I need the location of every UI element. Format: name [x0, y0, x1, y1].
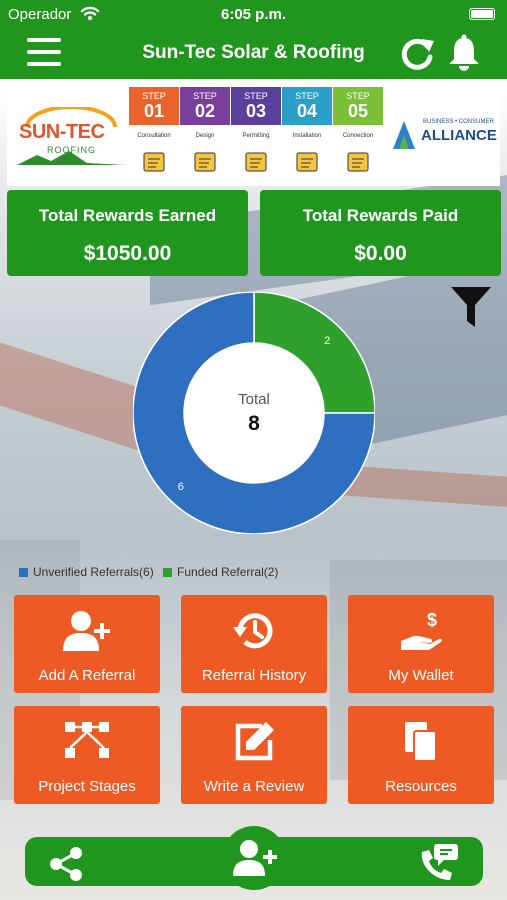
rewards-earned-label: Total Rewards Earned [38, 206, 217, 225]
rewards-paid-card: Total Rewards Paid $0.00 [260, 190, 501, 276]
donut-slice-value: 6 [178, 481, 184, 493]
rewards-earned-value: $1050.00 [83, 242, 172, 265]
add-referral-button[interactable]: Add A Referral [14, 595, 160, 693]
svg-text:$: $ [427, 610, 437, 630]
chart-legend: Unverified Referrals(6) Funded Referral(… [19, 565, 284, 579]
step-2: STEP 02 Design [180, 87, 230, 183]
filter-icon[interactable] [449, 285, 493, 329]
legend-item-funded[interactable]: Funded Referral(2) [163, 565, 278, 579]
status-bar: Operador 6:05 p.m. [0, 0, 507, 28]
step-4: STEP 04 Installation [282, 87, 332, 183]
header-bar: Sun-Tec Solar & Roofing [0, 28, 507, 79]
my-wallet-button[interactable]: $ My Wallet [348, 595, 494, 693]
rewards-paid-label: Total Rewards Paid [302, 206, 459, 225]
process-steps: STEP 01 Consultation STEP 02 Design STEP 03 Perm… [129, 87, 383, 183]
add-referral-fab[interactable] [222, 826, 286, 890]
edit-icon [235, 722, 274, 761]
project-stages-button[interactable]: Project Stages [14, 706, 160, 804]
business-alliance-logo: BUSINESS • CONSUMER ALLIANCE [389, 115, 499, 155]
write-review-button[interactable]: Write a Review [181, 706, 327, 804]
battery-icon [469, 8, 495, 20]
documents-icon [405, 722, 437, 762]
bell-icon[interactable] [447, 34, 481, 72]
clock: 6:05 p.m. [220, 6, 287, 23]
history-icon [233, 613, 273, 649]
step-illustration-icon [245, 152, 267, 172]
add-user-icon [233, 840, 277, 876]
referral-history-button[interactable]: Referral History [181, 595, 327, 693]
resources-button[interactable]: Resources [348, 706, 494, 804]
add-user-icon [63, 611, 110, 651]
stages-icon [65, 722, 109, 758]
referral-donut-chart: Total 8 2 6 [133, 292, 375, 534]
donut-center-label: Total [238, 391, 270, 408]
partner-banner: SUN-TEC ROOFING STEP 01 Consultation STEP 02… [7, 85, 500, 186]
step-illustration-icon [194, 152, 216, 172]
step-5: STEP 05 Connection [333, 87, 383, 183]
share-icon[interactable] [48, 846, 84, 882]
rewards-paid-value: $0.00 [354, 242, 407, 265]
step-1: STEP 01 Consultation [129, 87, 179, 183]
refresh-icon[interactable] [398, 35, 436, 73]
legend-item-unverified[interactable]: Unverified Referrals(6) [19, 565, 154, 579]
step-illustration-icon [143, 152, 165, 172]
step-3: STEP 03 Permitting [231, 87, 281, 183]
donut-center-value: 8 [248, 412, 260, 435]
phone-chat-icon[interactable] [418, 842, 460, 882]
suntec-logo: SUN-TEC ROOFING [17, 107, 125, 165]
donut-slice-value: 2 [324, 335, 330, 347]
wallet-icon: $ [401, 610, 442, 650]
step-illustration-icon [296, 152, 318, 172]
step-illustration-icon [347, 152, 369, 172]
rewards-earned-card: Total Rewards Earned $1050.00 [7, 190, 248, 276]
